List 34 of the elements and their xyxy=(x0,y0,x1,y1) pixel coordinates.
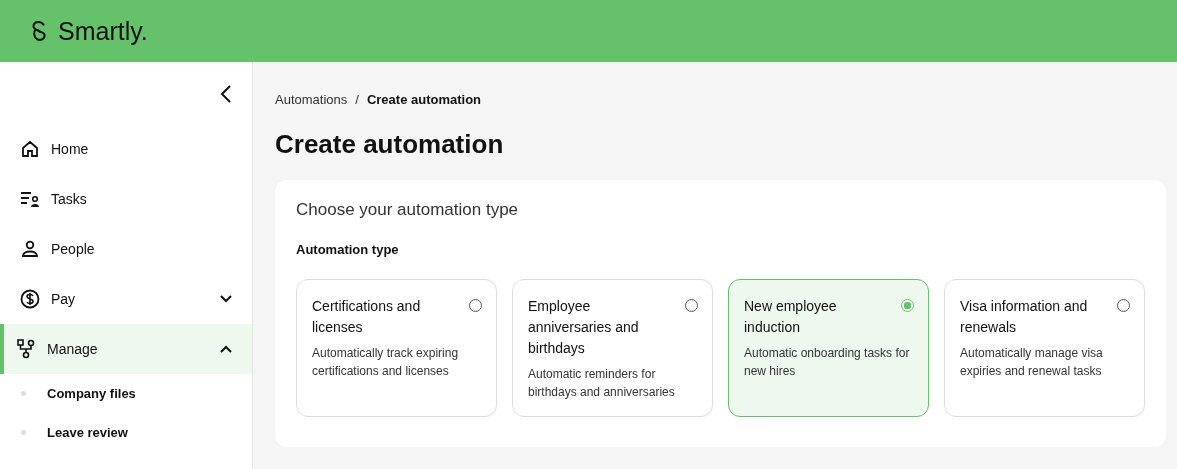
option-title: Visa information and renewals xyxy=(960,297,1089,337)
panel-title: Choose your automation type xyxy=(296,200,520,220)
option-card[interactable]: Employee anniversaries and birthdays Automatic reminders for birthdays and anniversaries xyxy=(512,279,713,417)
option-description: Automatic onboarding tasks for new hires xyxy=(744,345,911,380)
workflow-icon xyxy=(16,339,36,359)
option-description: Automatically manage visa expiries and renewal tasks xyxy=(960,345,1104,380)
option-title: Employee anniversaries and birthdays xyxy=(528,297,640,358)
home-icon xyxy=(20,140,40,158)
page-title: Create automation xyxy=(275,129,505,160)
option-card[interactable]: Certifications and licenses Automatically track expiring certifications and licenses xyxy=(296,279,497,417)
nav-item[interactable]: Home xyxy=(0,124,252,174)
nav-item[interactable]: Tasks xyxy=(0,174,252,224)
nav-item[interactable]: Manage xyxy=(0,324,252,374)
bullet-icon xyxy=(21,391,26,396)
person-icon xyxy=(20,240,40,258)
bullet-icon xyxy=(21,430,26,435)
breadcrumb-separator: / xyxy=(355,92,359,107)
option-title: New employee induction xyxy=(744,297,838,337)
logo-text: Smartly. xyxy=(58,16,148,46)
collapse-icon[interactable] xyxy=(220,84,232,104)
nav-subitem[interactable]: Company files xyxy=(0,374,252,413)
breadcrumb-link[interactable]: Automations xyxy=(275,92,348,107)
nav-subitem[interactable]: Leave review xyxy=(0,413,252,452)
option-description: Automatically track expiring certifications and licenses xyxy=(312,345,460,380)
nav-item[interactable]: People xyxy=(0,224,252,274)
option-card[interactable]: Visa information and renewals Automatically manage visa expiries and renewal tasks xyxy=(944,279,1145,417)
radio-button[interactable] xyxy=(901,299,914,312)
option-card[interactable]: New employee induction Automatic onboarding tasks for new hires xyxy=(728,279,929,417)
option-title: Certifications and licenses xyxy=(312,297,422,337)
nav-item[interactable]: Pay xyxy=(0,274,252,324)
option-description: Automatic reminders for birthdays and anniversaries xyxy=(528,366,676,401)
dollar-icon xyxy=(20,289,40,309)
field-label: Automation type xyxy=(296,242,400,257)
task-list-icon xyxy=(20,190,40,208)
